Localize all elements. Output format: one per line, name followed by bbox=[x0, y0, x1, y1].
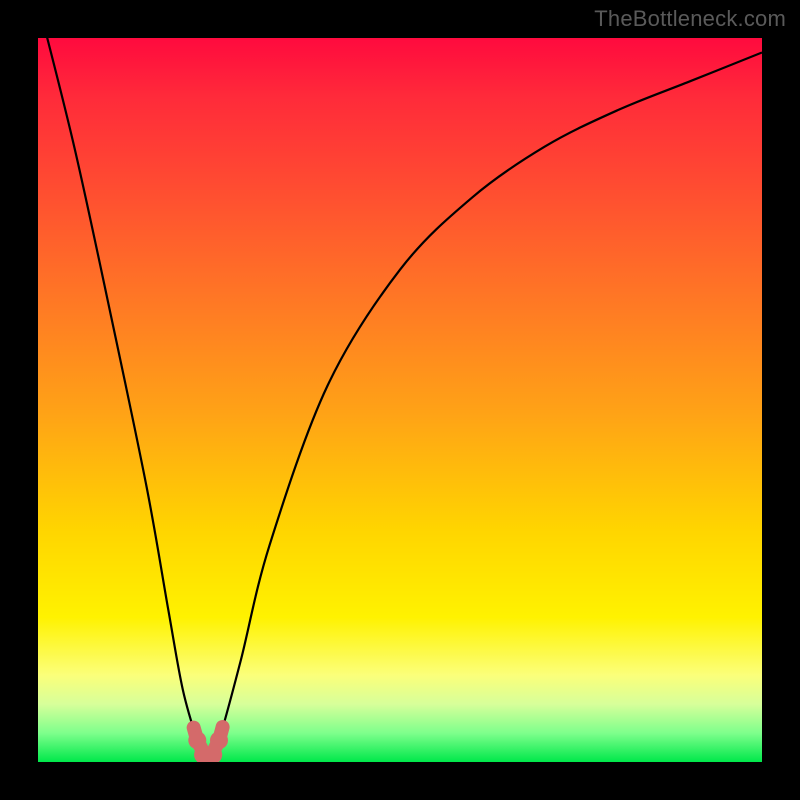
marker-dot bbox=[210, 731, 228, 749]
watermark-label: TheBottleneck.com bbox=[594, 6, 786, 32]
curve-line bbox=[38, 38, 762, 757]
chart-frame: TheBottleneck.com bbox=[0, 0, 800, 800]
bottleneck-curve bbox=[38, 38, 762, 757]
plot-area bbox=[38, 38, 762, 762]
chart-svg bbox=[38, 38, 762, 762]
